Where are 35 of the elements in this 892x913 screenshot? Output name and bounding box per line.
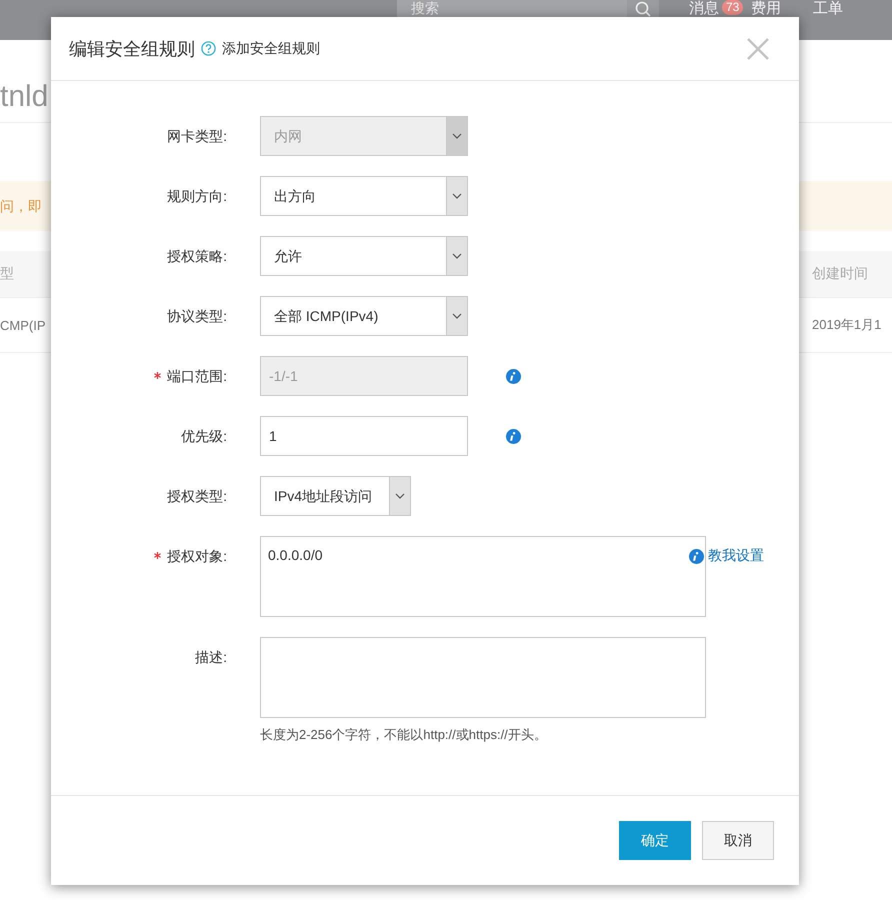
input-field[interactable]: 1 [260, 416, 468, 456]
table-cell: 2019年1月1 [812, 316, 882, 334]
chevron-icon [452, 193, 462, 199]
hint-text: 长度为2-256个字符，不能以http://或https://开头。 [260, 726, 548, 744]
dropdown[interactable]: 全部 ICMP(IPv4) [260, 296, 468, 336]
dropdown[interactable]: 出方向 [260, 176, 468, 216]
page-title: tnld [0, 79, 48, 115]
dropdown[interactable]: IPv4地址段访问 [260, 476, 411, 516]
help-link[interactable]: 教我设置 [708, 547, 764, 565]
field-label: 协议类型: [167, 308, 227, 324]
info-icon[interactable] [506, 428, 521, 444]
field-label: 优先级: [181, 428, 227, 444]
chevron-icon [395, 493, 405, 499]
table-cell: CMP(IP [0, 318, 46, 332]
chevron-icon [452, 133, 462, 139]
column-header: 型 [0, 265, 14, 283]
search-icon [635, 1, 651, 17]
field-label: 授权对象: [154, 548, 227, 564]
search-input[interactable]: 搜索 [411, 0, 613, 16]
dialog-title: 编辑安全组规则 [69, 38, 195, 60]
field-label: 网卡类型: [167, 128, 227, 144]
help-icon[interactable] [201, 41, 216, 56]
field-label: 端口范围: [154, 368, 227, 384]
help-link[interactable]: 添加安全组规则 [222, 40, 320, 58]
chevron-icon [452, 253, 462, 259]
cancel-button[interactable]: 取消 [702, 821, 774, 860]
field-label: 描述: [195, 649, 227, 665]
text-area[interactable]: 0.0.0.0/0 [260, 536, 706, 617]
dropdown[interactable]: 允许 [260, 236, 468, 276]
column-header: 创建时间 [812, 265, 868, 283]
field-label: 授权类型: [167, 488, 227, 504]
field-label: 规则方向: [167, 188, 227, 204]
count-badge: 73 [722, 0, 744, 15]
chevron-icon [452, 313, 462, 319]
field-label: 授权策略: [167, 248, 227, 264]
